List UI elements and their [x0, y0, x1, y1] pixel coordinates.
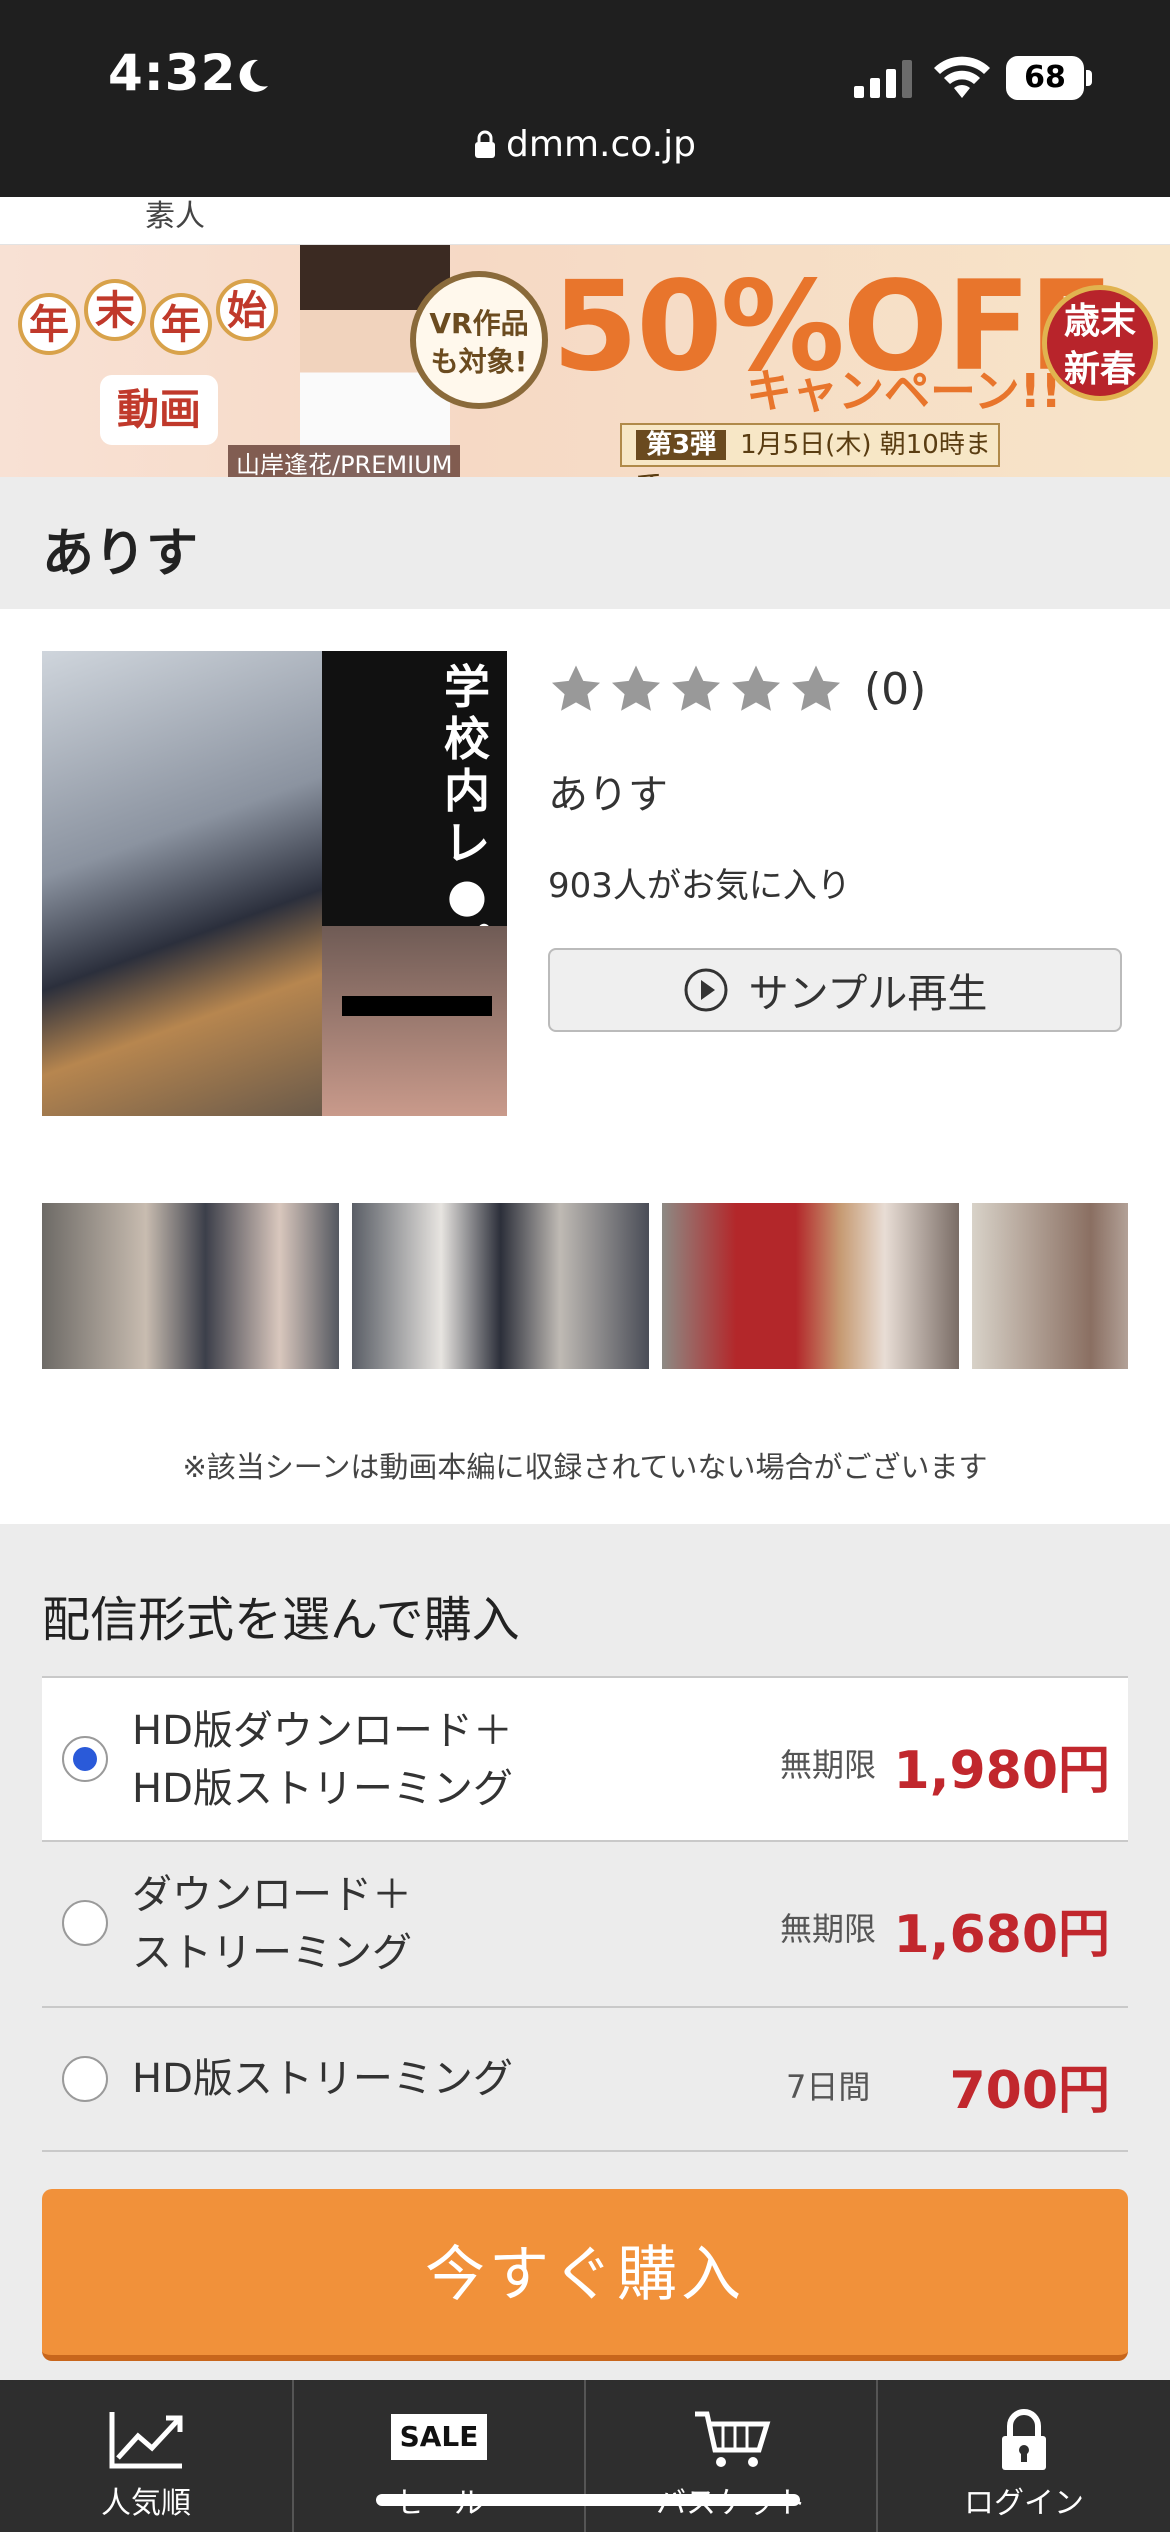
trending-chart-icon	[109, 2412, 183, 2469]
url-bar[interactable]: dmm.co.jp	[0, 124, 1170, 165]
banner-kanji-1: 年	[18, 293, 80, 355]
sample-thumbnail[interactable]	[42, 1203, 339, 1369]
actress-name-link[interactable]: ありす	[548, 762, 668, 820]
option-term: 無期限	[780, 1910, 877, 1948]
sample-thumbnail[interactable]	[662, 1203, 959, 1369]
cover-photo-main	[42, 651, 322, 1116]
bottom-navigation: 人気順 SALE セール バスケット ログイン	[0, 2380, 1170, 2532]
banner-seal: 歳末新春	[1042, 285, 1158, 401]
banner-kanji-2: 末	[84, 279, 146, 341]
lock-icon	[1002, 2409, 1046, 2470]
radio-button[interactable]	[62, 1736, 108, 1782]
cover-photo-sub	[322, 926, 507, 1116]
star-icon	[791, 665, 841, 711]
status-time: 4:32	[108, 44, 237, 102]
banner-kanji-4: 始	[216, 279, 278, 341]
sample-thumbnail[interactable]	[352, 1203, 649, 1369]
purchase-heading: 配信形式を選んで購入	[42, 1592, 520, 1648]
option-label-line2: ストリーミング	[132, 1930, 412, 1976]
banner-campaign: キャンペーン!!	[746, 364, 1062, 418]
option-price: 1,680円	[893, 1905, 1110, 1965]
banner-credit: 山岸逢花/PREMIUM	[228, 445, 461, 477]
play-circle-icon	[684, 968, 728, 1012]
purchase-option-hd-streaming[interactable]: HD版ストリーミング 7日間 700円	[42, 2006, 1128, 2152]
buy-now-button[interactable]: 今すぐ購入	[42, 2189, 1128, 2361]
star-icon	[551, 665, 601, 711]
rating-count: (0)	[864, 664, 927, 715]
section-header: ありす	[0, 477, 1170, 609]
purchase-option-hd-download-streaming[interactable]: HD版ダウンロード＋ HD版ストリーミング 無期限 1,980円	[42, 1676, 1128, 1840]
favorites-count: 903人がお気に入り	[548, 866, 851, 906]
cart-icon	[695, 2411, 771, 2467]
sample-play-button[interactable]: サンプル再生	[548, 948, 1122, 1032]
nav-popular[interactable]: 人気順	[0, 2380, 292, 2532]
option-label: HD版ダウンロード＋ HD版ストリーミング	[132, 1702, 513, 1818]
star-icon	[731, 665, 781, 711]
home-indicator	[376, 2494, 800, 2506]
radio-button[interactable]	[62, 2056, 108, 2102]
subnav-item-amateur[interactable]: 素人	[145, 197, 205, 235]
rating-stars	[548, 662, 848, 722]
sample-thumbnails	[42, 1203, 1128, 1369]
nav-basket[interactable]: バスケット	[584, 2380, 876, 2532]
secure-lock-icon	[475, 130, 496, 158]
sample-thumbnail[interactable]	[972, 1203, 1128, 1369]
option-price: 700円	[949, 2061, 1110, 2121]
banner-phase: 第3弾	[636, 430, 727, 460]
option-label-line1: HD版ストリーミング	[132, 2056, 513, 2102]
option-label: ダウンロード＋ ストリーミング	[132, 1866, 412, 1982]
option-price: 1,980円	[893, 1741, 1110, 1801]
nav-sale[interactable]: SALE セール	[292, 2380, 584, 2532]
star-icon	[611, 665, 661, 711]
product-cover-image[interactable]: 学校内レ●プ	[42, 651, 507, 1116]
radio-button[interactable]	[62, 1900, 108, 1946]
cover-censor-bar	[342, 996, 492, 1016]
star-icon	[671, 665, 721, 711]
banner-until: 第3弾1月5日(木) 朝10時まで	[620, 423, 1000, 477]
page-title: ありす	[42, 524, 199, 584]
do-not-disturb-moon-icon	[239, 59, 268, 92]
nav-popular-label: 人気順	[101, 2486, 191, 2521]
url-text: dmm.co.jp	[506, 124, 696, 165]
banner-douga-label: 動画	[100, 375, 218, 445]
sample-notice: ※該当シーンは動画本編に収録されていない場合がございます	[182, 1450, 988, 1484]
category-subnav: 素人	[0, 197, 1170, 245]
option-label: HD版ストリーミング	[132, 2050, 513, 2108]
sample-play-label: サンプル再生	[748, 971, 988, 1017]
banner-kanji-3: 年	[150, 293, 212, 355]
option-label-line2: HD版ストリーミング	[132, 1766, 513, 1812]
browser-top-bar: 4:32 68 dmm.co.jp	[0, 0, 1170, 197]
cellular-signal-icon	[854, 60, 912, 98]
option-label-line1: ダウンロード＋	[132, 1872, 412, 1918]
wifi-icon	[934, 56, 990, 98]
option-term: 無期限	[780, 1746, 877, 1784]
sale-tag-icon: SALE	[391, 2414, 487, 2460]
nav-login-label: ログイン	[964, 2486, 1084, 2521]
option-term: 7日間	[786, 2068, 871, 2106]
campaign-banner[interactable]: 年 末 年 始 動画 山岸逢花/PREMIUM VR作品も対象! 50%OFF …	[0, 245, 1170, 477]
purchase-option-download-streaming[interactable]: ダウンロード＋ ストリーミング 無期限 1,680円	[42, 1840, 1128, 2006]
banner-vr-badge: VR作品も対象!	[410, 271, 548, 409]
battery-level: 68	[1006, 56, 1084, 100]
battery-icon: 68	[1006, 56, 1092, 100]
option-label-line1: HD版ダウンロード＋	[132, 1708, 513, 1754]
nav-login[interactable]: ログイン	[876, 2380, 1170, 2532]
